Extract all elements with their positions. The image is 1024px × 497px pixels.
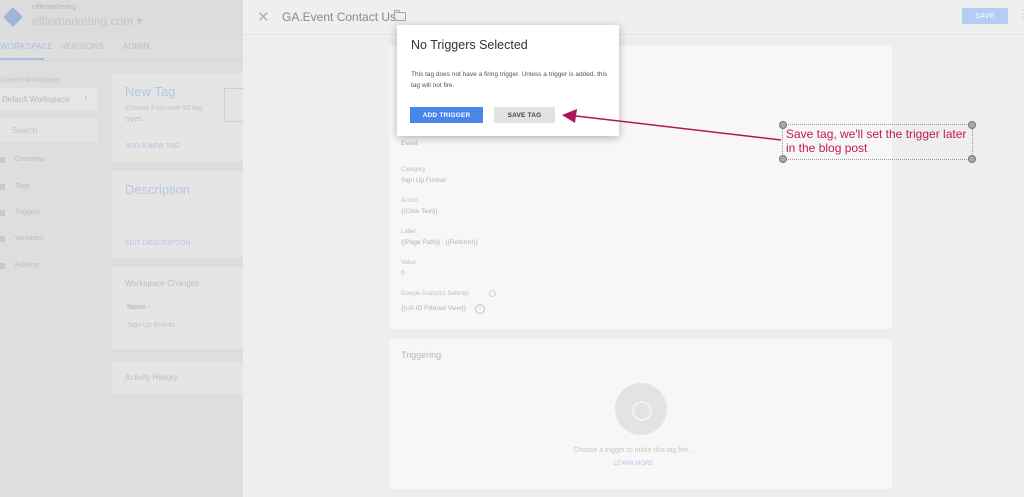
annotation-text: Save tag, we'll set the trigger later in… bbox=[786, 127, 967, 155]
resize-handle[interactable] bbox=[968, 121, 976, 129]
resize-handle[interactable] bbox=[779, 155, 787, 163]
resize-handle[interactable] bbox=[968, 155, 976, 163]
annotation-arrow bbox=[562, 109, 782, 141]
